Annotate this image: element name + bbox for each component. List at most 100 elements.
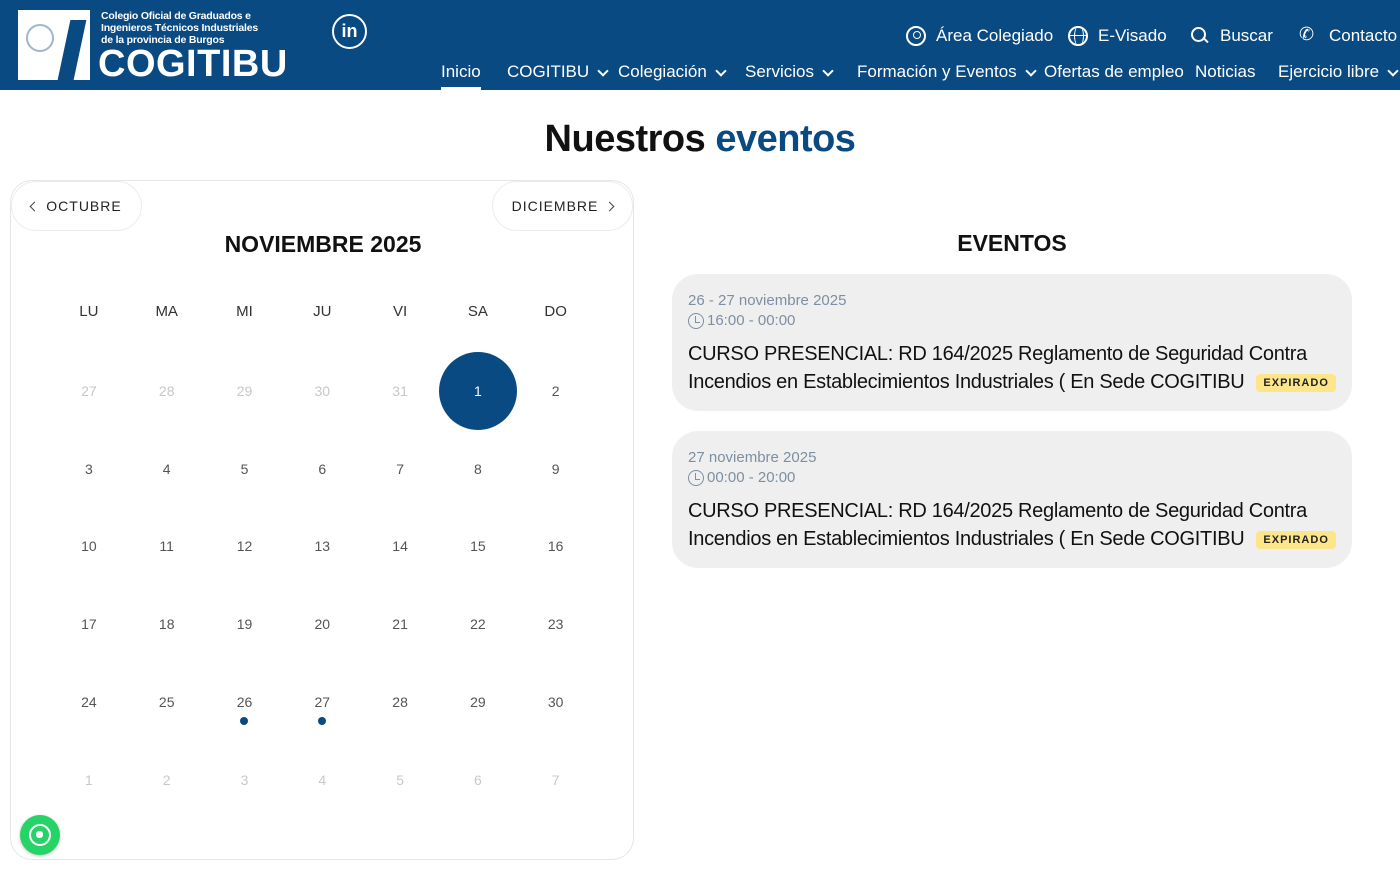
event-title[interactable]: CURSO PRESENCIAL: RD 164/2025 Reglamento… [688,340,1336,396]
calendar-day[interactable]: 23 [517,585,595,663]
calendar-day-outside[interactable]: 5 [361,741,439,819]
calendar-day-outside[interactable]: 6 [439,741,517,819]
day-number: 27 [81,382,97,399]
org-name: Colegio Oficial de Graduados e Ingeniero… [101,10,258,46]
day-number: 12 [236,538,253,555]
gear-emblem-icon [26,24,54,52]
day-number: 20 [314,616,331,633]
calendar-day[interactable]: 3 [50,430,128,508]
calendar-day[interactable]: 25 [128,663,206,741]
day-number: 2 [551,382,560,399]
weekday-label: MI [236,303,253,320]
day-number: 15 [470,538,486,555]
nav-ofertas-empleo[interactable]: Ofertas de empleo [1044,62,1184,90]
nav-inicio[interactable]: Inicio [441,62,481,90]
day-number: 30 [314,382,331,399]
calendar-day[interactable]: 6 [283,430,361,508]
calendar-day-with-event[interactable]: 27 [283,663,361,741]
nav-label: Inicio [441,62,481,81]
calendar-day[interactable]: 8 [439,430,517,508]
chevron-down-icon [1387,65,1399,77]
calendar-day-outside[interactable]: 3 [206,741,284,819]
calendar-day[interactable]: 12 [206,508,284,586]
calendar-day[interactable]: 30 [517,663,595,741]
calendar-day-outside[interactable]: 4 [283,741,361,819]
events-heading: EVENTOS [957,230,1067,256]
event-card[interactable]: 26 - 27 noviembre 2025 16:00 - 00:00 CUR… [672,274,1352,411]
calendar-day[interactable]: 5 [206,430,284,508]
nav-noticias[interactable]: Noticias [1195,62,1255,90]
calendar-day[interactable]: 16 [517,508,595,586]
calendar-day[interactable]: 18 [128,585,206,663]
calendar-day-outside[interactable]: 31 [361,352,439,430]
nav-formacion-eventos[interactable]: Formación y Eventos [857,62,1037,90]
calendar-day[interactable]: 9 [517,430,595,508]
event-title[interactable]: CURSO PRESENCIAL: RD 164/2025 Reglamento… [688,497,1336,553]
calendar-day[interactable]: 10 [50,508,128,586]
org-name-line: Colegio Oficial de Graduados e [101,10,251,22]
calendar-day-outside[interactable]: 27 [50,352,128,430]
calendar-day-with-event[interactable]: 26 [206,663,284,741]
day-number: 26 [236,694,253,711]
calendar-day[interactable]: 22 [439,585,517,663]
calendar-day[interactable]: 21 [361,585,439,663]
calendar-day[interactable]: 28 [361,663,439,741]
day-number: 16 [547,538,564,555]
calendar-day[interactable]: 29 [439,663,517,741]
calendar-day[interactable]: 20 [283,585,361,663]
cogitibu-logo[interactable] [18,10,90,80]
area-colegiado-link[interactable]: Área Colegiado [906,24,1053,48]
nav-cogitibu[interactable]: COGITIBU [507,62,609,90]
user-circle-icon [906,26,926,46]
search-label: Buscar [1220,26,1273,45]
nav-servicios[interactable]: Servicios [745,62,834,90]
event-card[interactable]: 27 noviembre 2025 00:00 - 20:00 CURSO PR… [672,431,1352,568]
search-link[interactable]: Buscar [1190,24,1273,48]
event-date: 27 noviembre 2025 [688,449,817,466]
day-number: 30 [547,694,564,711]
calendar-day[interactable]: 11 [128,508,206,586]
day-number: 29 [236,382,253,399]
whatsapp-icon[interactable] [20,815,60,855]
nav-ejercicio-libre[interactable]: Ejercicio libre [1278,62,1399,90]
day-number: 5 [396,771,404,788]
day-number: 11 [159,538,174,555]
day-number: 2 [162,771,171,788]
day-number: 19 [236,616,253,633]
day-number: 3 [85,460,93,477]
calendar-day[interactable]: 7 [361,430,439,508]
chevron-left-icon [29,201,40,211]
brand-name[interactable]: COGITIBU [98,44,288,84]
day-number: 1 [85,771,93,788]
weekday-label: DO [544,303,567,320]
expired-badge: EXPIRADO [1256,530,1336,549]
calendar-day-outside[interactable]: 28 [128,352,206,430]
calendar-day-outside[interactable]: 29 [206,352,284,430]
weekday-header: LU MA MI JU VI SA DO [50,303,595,320]
calendar-day[interactable]: 17 [50,585,128,663]
day-number: 23 [547,616,564,633]
calendar-day[interactable]: 24 [50,663,128,741]
weekday-label: JU [313,303,332,320]
calendar-day[interactable]: 2 [517,352,595,430]
nav-colegiacion[interactable]: Colegiación [618,62,727,90]
calendar-day[interactable]: 15 [439,508,517,586]
calendar-day-outside[interactable]: 1 [50,741,128,819]
org-name-line: Ingenieros Técnicos Industriales [101,22,258,34]
calendar-day[interactable]: 13 [283,508,361,586]
calendar-day[interactable]: 19 [206,585,284,663]
calendar-day-outside[interactable]: 30 [283,352,361,430]
contact-link[interactable]: Contacto [1299,24,1397,48]
nav-label: Ejercicio libre [1278,62,1380,81]
calendar-day[interactable]: 4 [128,430,206,508]
prev-month-button[interactable]: OCTUBRE [11,181,142,231]
calendar-day-selected[interactable]: 1 [438,351,517,430]
calendar-day[interactable]: 14 [361,508,439,586]
linkedin-icon[interactable]: in [332,14,367,49]
nav-label: Formación y Eventos [857,62,1017,81]
calendar-day-outside[interactable]: 2 [128,741,206,819]
next-month-button[interactable]: DICIEMBRE [492,181,633,231]
calendar-day-outside[interactable]: 7 [517,741,595,819]
chevron-down-icon [1025,65,1037,77]
e-visado-link[interactable]: E-Visado [1068,24,1167,48]
